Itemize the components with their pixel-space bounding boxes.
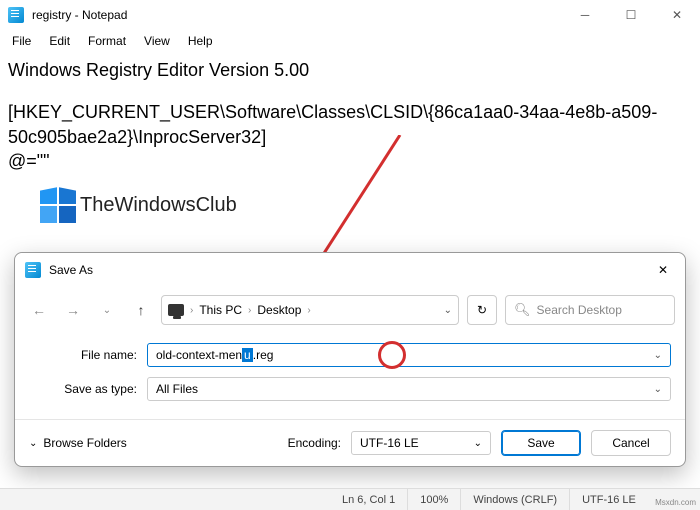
pc-icon	[168, 304, 184, 316]
nav-up-button[interactable]: ↑	[127, 296, 155, 324]
editor-line: @=""	[8, 149, 692, 173]
status-position: Ln 6, Col 1	[330, 489, 407, 510]
dialog-close-button[interactable]: ✕	[641, 253, 685, 287]
nav-forward-button: →	[59, 296, 87, 324]
encoding-select[interactable]: UTF-16 LE ⌄	[351, 431, 491, 455]
windows-logo-icon	[40, 187, 76, 223]
chevron-right-icon[interactable]: ›	[307, 305, 310, 316]
chevron-right-icon[interactable]: ›	[248, 305, 251, 316]
annotation-circle	[378, 341, 406, 369]
editor-line: [HKEY_CURRENT_USER\Software\Classes\CLSI…	[8, 100, 692, 149]
statusbar: Ln 6, Col 1 100% Windows (CRLF) UTF-16 L…	[0, 488, 700, 510]
saveastype-label: Save as type:	[29, 382, 147, 396]
saveastype-select[interactable]: All Files ⌄	[147, 377, 671, 401]
menu-edit[interactable]: Edit	[41, 32, 78, 50]
watermark: TheWindowsClub	[40, 187, 692, 223]
filename-input[interactable]: old-context-menu.reg ⌄	[147, 343, 671, 367]
menu-file[interactable]: File	[4, 32, 39, 50]
address-dropdown-icon[interactable]: ⌄	[444, 305, 452, 316]
save-as-dialog: Save As ✕ ← → ⌄ ↑ › This PC › Desktop › …	[14, 252, 686, 467]
notepad-icon	[25, 262, 41, 278]
maximize-button[interactable]: ☐	[608, 0, 654, 30]
status-zoom[interactable]: 100%	[407, 489, 460, 510]
breadcrumb-root[interactable]: This PC	[199, 303, 242, 317]
encoding-label: Encoding:	[288, 436, 341, 450]
menu-format[interactable]: Format	[80, 32, 134, 50]
refresh-button[interactable]: ↻	[467, 295, 497, 325]
chevron-down-icon[interactable]: ⌄	[654, 350, 662, 361]
close-button[interactable]: ✕	[654, 0, 700, 30]
chevron-right-icon[interactable]: ›	[190, 305, 193, 316]
search-input[interactable]: 🔍︎ Search Desktop	[505, 295, 675, 325]
chevron-down-icon[interactable]: ⌄	[654, 384, 662, 395]
browse-folders-toggle[interactable]: ⌄ Browse Folders	[29, 436, 127, 450]
notepad-icon	[8, 7, 24, 23]
status-eol: Windows (CRLF)	[460, 489, 569, 510]
filename-label: File name:	[29, 348, 147, 362]
save-button[interactable]: Save	[501, 430, 581, 456]
breadcrumb-folder[interactable]: Desktop	[257, 303, 301, 317]
editor-line: Windows Registry Editor Version 5.00	[8, 58, 692, 82]
nav-back-button[interactable]: ←	[25, 296, 53, 324]
menu-view[interactable]: View	[136, 32, 178, 50]
attribution: Msxdn.com	[655, 498, 696, 507]
address-bar[interactable]: › This PC › Desktop › ⌄	[161, 295, 459, 325]
menu-help[interactable]: Help	[180, 32, 221, 50]
status-encoding: UTF-16 LE	[569, 489, 648, 510]
chevron-down-icon: ⌄	[29, 438, 37, 449]
titlebar: registry - Notepad ─ ☐ ✕	[0, 0, 700, 30]
editor-area[interactable]: Windows Registry Editor Version 5.00 [HK…	[0, 52, 700, 252]
minimize-button[interactable]: ─	[562, 0, 608, 30]
dialog-title: Save As	[49, 263, 93, 277]
search-icon: 🔍︎	[514, 302, 531, 318]
chevron-down-icon: ⌄	[474, 438, 482, 449]
nav-recent-dropdown[interactable]: ⌄	[93, 296, 121, 324]
window-title: registry - Notepad	[32, 8, 127, 22]
menubar: File Edit Format View Help	[0, 30, 700, 52]
cancel-button[interactable]: Cancel	[591, 430, 671, 456]
